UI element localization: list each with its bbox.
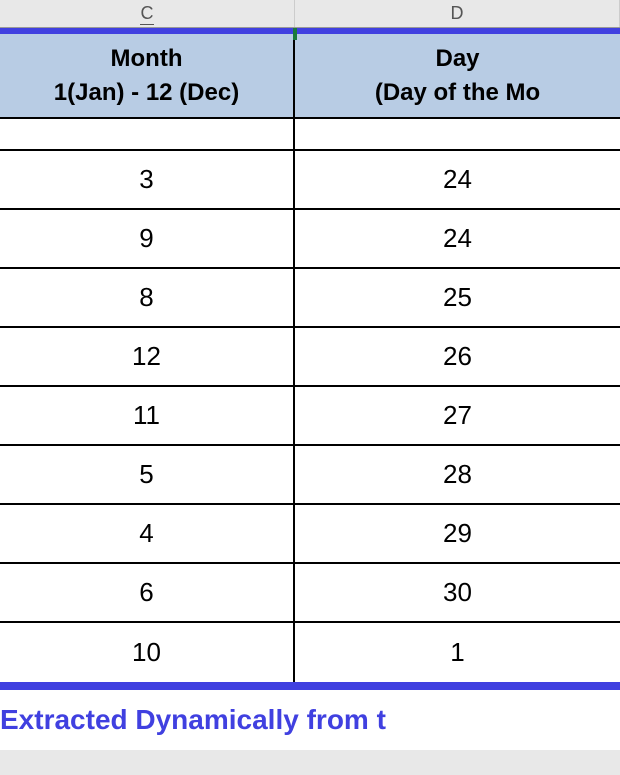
separator-cell-c[interactable]: [0, 119, 295, 149]
selection-indicator: [293, 28, 297, 40]
month-cell[interactable]: 4: [0, 505, 295, 562]
day-cell[interactable]: 27: [295, 387, 620, 444]
data-rows-container: 3 24 9 24 8 25 12 26 11 27 5 28 4 29 6 3…: [0, 151, 620, 682]
separator-row: [0, 119, 620, 151]
table-row: 6 30: [0, 564, 620, 623]
footer-text-content: Extracted Dynamically from t: [0, 704, 386, 736]
day-cell[interactable]: 24: [295, 151, 620, 208]
day-header-line1: Day: [435, 42, 479, 76]
header-cell-month[interactable]: Month 1(Jan) - 12 (Dec): [0, 34, 295, 119]
column-header-c[interactable]: C: [0, 0, 295, 27]
table-row: 12 26: [0, 328, 620, 387]
table-row: 11 27: [0, 387, 620, 446]
month-header-line1: Month: [111, 42, 183, 76]
spreadsheet-column-headers: C D: [0, 0, 620, 28]
month-cell[interactable]: 11: [0, 387, 295, 444]
day-header-line2: (Day of the Mo: [375, 76, 540, 110]
day-cell[interactable]: 30: [295, 564, 620, 621]
month-cell[interactable]: 5: [0, 446, 295, 503]
footer-caption: Extracted Dynamically from t: [0, 690, 620, 750]
month-cell[interactable]: 3: [0, 151, 295, 208]
month-header-line2: 1(Jan) - 12 (Dec): [54, 76, 239, 110]
column-d-label: D: [451, 3, 464, 24]
day-cell[interactable]: 28: [295, 446, 620, 503]
table-header-row: Month 1(Jan) - 12 (Dec) Day (Day of the …: [0, 34, 620, 119]
table-row: 8 25: [0, 269, 620, 328]
day-cell[interactable]: 26: [295, 328, 620, 385]
month-cell[interactable]: 8: [0, 269, 295, 326]
table-row: 9 24: [0, 210, 620, 269]
table-row: 4 29: [0, 505, 620, 564]
header-cell-day[interactable]: Day (Day of the Mo: [295, 34, 620, 119]
separator-cell-d[interactable]: [295, 119, 620, 149]
table-bottom-border: [0, 682, 620, 690]
column-c-label: C: [141, 3, 154, 24]
table-row: 3 24: [0, 151, 620, 210]
day-cell[interactable]: 1: [295, 623, 620, 682]
day-cell[interactable]: 25: [295, 269, 620, 326]
month-cell[interactable]: 10: [0, 623, 295, 682]
day-cell[interactable]: 24: [295, 210, 620, 267]
month-cell[interactable]: 12: [0, 328, 295, 385]
month-cell[interactable]: 9: [0, 210, 295, 267]
column-header-d[interactable]: D: [295, 0, 620, 27]
table-row: 5 28: [0, 446, 620, 505]
column-c-underline: [140, 24, 154, 25]
day-cell[interactable]: 29: [295, 505, 620, 562]
month-cell[interactable]: 6: [0, 564, 295, 621]
table-row: 10 1: [0, 623, 620, 682]
